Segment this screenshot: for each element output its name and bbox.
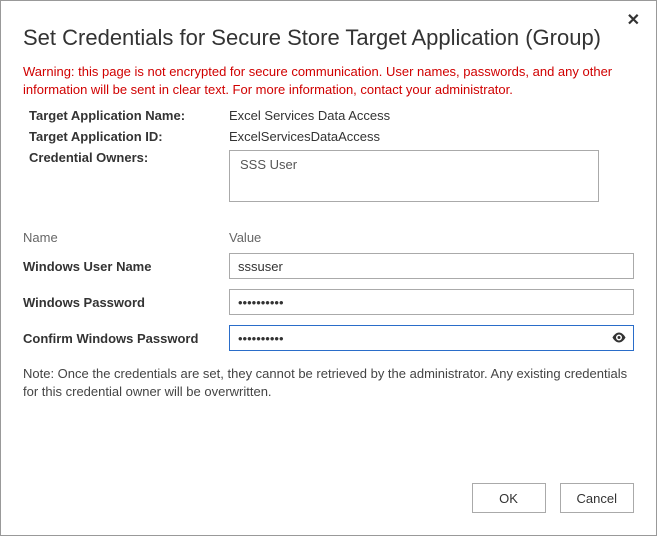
column-header-value: Value — [229, 230, 634, 245]
credential-owners-label: Credential Owners: — [29, 150, 229, 165]
target-app-name-row: Target Application Name: Excel Services … — [29, 108, 634, 123]
target-app-id-row: Target Application ID: ExcelServicesData… — [29, 129, 634, 144]
cancel-button[interactable]: Cancel — [560, 483, 634, 513]
confirm-password-row: Confirm Windows Password — [23, 325, 634, 351]
confirm-password-label: Confirm Windows Password — [23, 331, 229, 346]
dialog-title: Set Credentials for Secure Store Target … — [23, 25, 634, 51]
target-app-id-label: Target Application ID: — [29, 129, 229, 144]
password-input[interactable] — [229, 289, 634, 315]
username-label: Windows User Name — [23, 259, 229, 274]
password-label: Windows Password — [23, 295, 229, 310]
column-header-name: Name — [23, 230, 229, 245]
target-app-id-value: ExcelServicesDataAccess — [229, 129, 380, 144]
credential-owners-box[interactable]: SSS User — [229, 150, 599, 202]
info-block: Target Application Name: Excel Services … — [29, 108, 634, 202]
credentials-dialog: ✕ Set Credentials for Secure Store Targe… — [0, 0, 657, 536]
note-text: Note: Once the credentials are set, they… — [23, 365, 634, 400]
credential-owners-value: SSS User — [240, 157, 297, 172]
confirm-password-input[interactable] — [229, 325, 634, 351]
ok-button[interactable]: OK — [472, 483, 546, 513]
close-icon[interactable]: ✕ — [627, 13, 640, 29]
button-row: OK Cancel — [472, 483, 634, 513]
target-app-name-value: Excel Services Data Access — [229, 108, 390, 123]
password-row: Windows Password — [23, 289, 634, 315]
column-headers: Name Value — [23, 230, 634, 245]
username-input[interactable] — [229, 253, 634, 279]
target-app-name-label: Target Application Name: — [29, 108, 229, 123]
reveal-password-icon[interactable] — [612, 331, 626, 346]
credential-owners-row: Credential Owners: SSS User — [29, 150, 634, 202]
warning-text: Warning: this page is not encrypted for … — [23, 63, 634, 98]
username-row: Windows User Name — [23, 253, 634, 279]
